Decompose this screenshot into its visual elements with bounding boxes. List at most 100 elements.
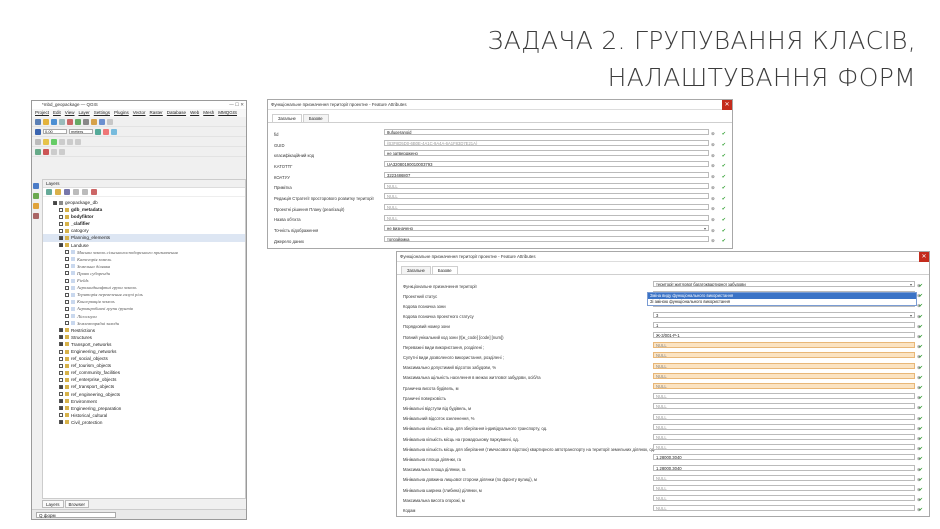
layer-tree-item[interactable]: Консервація земель — [43, 298, 245, 305]
form2-tab-base[interactable]: Базове — [431, 266, 458, 274]
clear-icon[interactable]: ⊗ — [711, 228, 715, 234]
clear-icon[interactable]: ⊗ — [711, 196, 715, 202]
label-icon[interactable] — [43, 148, 49, 155]
layer-tree-item[interactable]: Земельна ділянка — [43, 263, 245, 270]
layer-tree-item[interactable]: Fields — [43, 277, 245, 284]
layer-tree-item[interactable]: Planning_elements — [43, 234, 245, 242]
diagram-icon[interactable] — [59, 148, 65, 155]
field-input[interactable]: NULL — [653, 434, 915, 440]
layer-tree-item[interactable]: geopackage_db — [43, 199, 245, 206]
zoom-icon[interactable] — [67, 118, 73, 125]
window-controls[interactable]: — ☐ ✕ — [229, 101, 244, 109]
layer-visibility-checkbox[interactable] — [65, 278, 69, 283]
table-icon[interactable] — [99, 118, 105, 125]
layer-tree-item[interactable]: Землевпорядні заходи — [43, 320, 245, 327]
menu-item[interactable]: Web — [190, 109, 199, 117]
layer-visibility-checkbox[interactable] — [53, 200, 57, 205]
menu-item[interactable]: Vector — [133, 109, 146, 117]
status-dropdown-list[interactable]: Зміна виду функціонального використання … — [647, 292, 917, 306]
layer-tree-item[interactable]: Масиви земель сільськогосподарського при… — [43, 249, 245, 256]
layer-tree-item[interactable]: ref_social_objects — [43, 355, 245, 362]
layer-visibility-checkbox[interactable] — [65, 299, 69, 304]
layer-tree-item[interactable]: _clafifier — [43, 220, 245, 227]
layer-tree-item[interactable]: gdb_metadata — [43, 206, 245, 213]
dropdown-option[interactable]: Зі зміною функціонального використання — [648, 299, 916, 305]
layer-tree-item[interactable]: ref_community_facilities — [43, 369, 245, 376]
menu-item[interactable]: Mesh — [203, 109, 214, 117]
layer-tree-item[interactable]: Engineering_networks — [43, 348, 245, 355]
layer-visibility-checkbox[interactable] — [65, 314, 69, 319]
layer-tree-item[interactable]: Environment — [43, 398, 245, 405]
db-layer-icon[interactable] — [33, 213, 39, 219]
node-icon[interactable] — [111, 128, 117, 135]
layer-visibility-checkbox[interactable] — [59, 384, 63, 389]
layer-visibility-checkbox[interactable] — [59, 349, 63, 354]
save-icon[interactable] — [51, 118, 57, 125]
units-select[interactable]: meters — [69, 129, 93, 134]
field-input[interactable]: NULL — [384, 193, 709, 200]
layer-visibility-checkbox[interactable] — [59, 228, 63, 233]
field-input[interactable]: NULL — [653, 474, 915, 481]
layer-tree-item[interactable]: ref_enterprise_objects — [43, 376, 245, 383]
layer-visibility-checkbox[interactable] — [65, 257, 69, 262]
layer-visibility-checkbox[interactable] — [65, 306, 69, 311]
layer-visibility-checkbox[interactable] — [59, 399, 63, 404]
clear-icon[interactable]: ⊗ — [711, 238, 715, 244]
layer-visibility-checkbox[interactable] — [59, 243, 63, 248]
select-icon[interactable] — [91, 118, 97, 125]
field-input[interactable]: NULL — [653, 383, 915, 389]
layer-visibility-checkbox[interactable] — [59, 221, 63, 226]
layer-visibility-checkbox[interactable] — [59, 420, 63, 425]
menu-item[interactable]: Settings — [94, 109, 110, 117]
layer-visibility-checkbox[interactable] — [65, 292, 69, 297]
field-input[interactable]: NULL — [653, 413, 915, 420]
layer-visibility-checkbox[interactable] — [65, 264, 69, 269]
layer-visibility-checkbox[interactable] — [65, 285, 69, 290]
layer-visibility-checkbox[interactable] — [59, 363, 63, 368]
field-input[interactable]: 3223486807 — [384, 171, 709, 178]
menu-item[interactable]: View — [65, 109, 75, 117]
clear-icon[interactable]: ⊗ — [711, 131, 715, 137]
redo-icon[interactable] — [75, 138, 81, 145]
layer-tree-item[interactable]: Агровиробничі групи ґрунтів — [43, 305, 245, 312]
menu-item[interactable]: Database — [167, 109, 186, 117]
layer-tree-item[interactable]: Категорія земель — [43, 256, 245, 263]
field-input[interactable]: 1.28000,3040 — [653, 464, 915, 471]
form2-tab-general[interactable]: Загальне — [401, 266, 431, 274]
layer-tree-item[interactable]: Лісосмуги — [43, 313, 245, 320]
menu-item[interactable]: MMQGIS — [218, 109, 237, 117]
layer-tree-item[interactable]: catogory — [43, 227, 245, 234]
layer-tree-item[interactable]: Transport_networks — [43, 341, 245, 348]
field-input[interactable]: NULL — [653, 403, 915, 410]
clear-icon[interactable]: ⊗ — [711, 206, 715, 212]
layer-visibility-checkbox[interactable] — [59, 328, 63, 333]
measure-icon[interactable] — [83, 118, 89, 125]
layer-visibility-checkbox[interactable] — [59, 406, 63, 411]
field-input[interactable]: NULL — [653, 393, 915, 400]
layer-tree-item[interactable]: Structures — [43, 334, 245, 341]
label-tools-icon[interactable] — [51, 148, 57, 155]
field-input[interactable]: NULL — [653, 485, 915, 491]
clear-icon[interactable]: ⊗ — [711, 142, 715, 148]
layer-tree-item[interactable]: bodyfiktor — [43, 213, 245, 220]
field-input[interactable]: NULL — [653, 505, 915, 512]
add-group-icon[interactable] — [55, 189, 61, 195]
field-input[interactable]: {B3F8D5D0-6B0E-4A1C-9A4A-6A1F83D7E21A} — [384, 139, 709, 146]
layer-visibility-checkbox[interactable] — [65, 321, 69, 326]
field-input[interactable]: NULL — [653, 423, 915, 430]
menu-item[interactable]: Layer — [78, 109, 89, 117]
scale-input[interactable]: 0.00 — [43, 129, 67, 134]
style-icon[interactable] — [46, 189, 52, 195]
layer-visibility-checkbox[interactable] — [65, 271, 69, 276]
vector-layer-icon[interactable] — [33, 183, 39, 189]
field-input[interactable]: топозйомка — [384, 236, 709, 242]
tab-browser[interactable]: Browser — [64, 500, 90, 508]
layer-visibility-checkbox[interactable] — [59, 392, 63, 397]
pencil-icon[interactable] — [43, 138, 49, 145]
layer-tree-item[interactable]: ref_engineering_objects — [43, 391, 245, 398]
layer-visibility-checkbox[interactable] — [59, 342, 63, 347]
pan-icon[interactable] — [59, 118, 65, 125]
menu-item[interactable]: Raster — [150, 109, 163, 117]
field-input[interactable]: 1 — [653, 321, 915, 328]
field-select[interactable]: 3 — [653, 311, 915, 318]
